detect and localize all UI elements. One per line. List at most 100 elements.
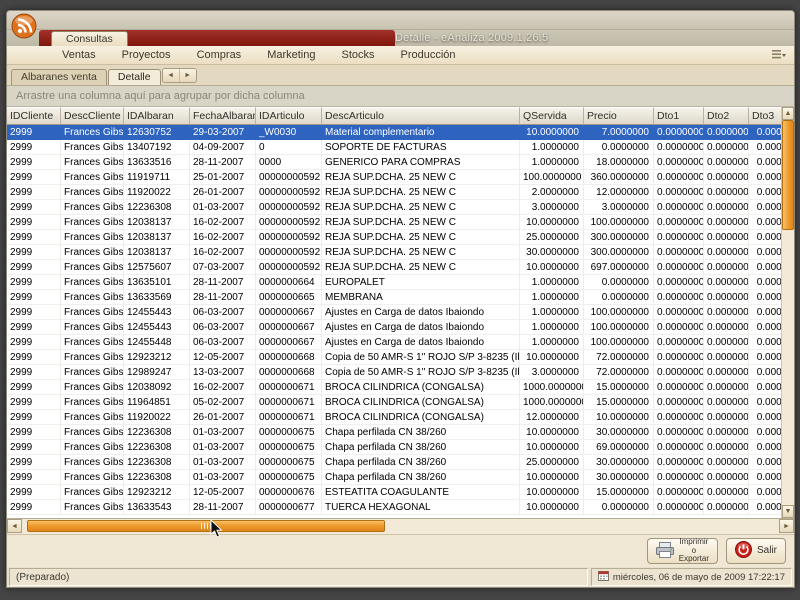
cell[interactable]: 2999 xyxy=(7,470,61,485)
ribbon-tab-proyectos[interactable]: Proyectos xyxy=(109,48,184,63)
cell[interactable]: Material complementario xyxy=(322,125,520,140)
cell[interactable]: 30.0000000 xyxy=(520,245,584,260)
table-row[interactable]: 2999Frances Gibson1191971125-01-20070000… xyxy=(7,170,794,185)
cell[interactable]: 2999 xyxy=(7,155,61,170)
cell[interactable]: Frances Gibson xyxy=(61,365,124,380)
cell[interactable]: 12236308 xyxy=(124,200,190,215)
cell[interactable]: 12.0000000 xyxy=(520,410,584,425)
cell[interactable]: 10.0000000 xyxy=(520,500,584,515)
cell[interactable]: 12038137 xyxy=(124,230,190,245)
cell[interactable]: 1.0000000 xyxy=(520,275,584,290)
cell[interactable]: 12236308 xyxy=(124,425,190,440)
vertical-scrollbar-thumb[interactable] xyxy=(782,120,794,230)
table-row[interactable]: 2999Frances Gibson1223630801-03-20070000… xyxy=(7,455,794,470)
table-row[interactable]: 2999Frances Gibson1292321212-05-20070000… xyxy=(7,485,794,500)
table-row[interactable]: 2999Frances Gibson1298924713-03-20070000… xyxy=(7,365,794,380)
ribbon-tab-ventas[interactable]: Ventas xyxy=(49,48,109,63)
cell[interactable]: 0000000668 xyxy=(256,350,322,365)
cell[interactable]: 0.0000000 xyxy=(654,395,704,410)
cell[interactable]: 0.0000000 xyxy=(654,320,704,335)
cell[interactable]: 0.0000000 xyxy=(704,470,749,485)
cell[interactable]: 10.0000000 xyxy=(520,350,584,365)
cell[interactable]: 0.0000000 xyxy=(584,140,654,155)
cell[interactable]: Ajustes en Carga de datos Ibaiondo xyxy=(322,335,520,350)
cell[interactable]: 0.0000000 xyxy=(704,485,749,500)
cell[interactable]: 12-05-2007 xyxy=(190,485,256,500)
table-row[interactable]: 2999Frances Gibson1203809216-02-20070000… xyxy=(7,380,794,395)
cell[interactable]: 01-03-2007 xyxy=(190,470,256,485)
cell[interactable]: Frances Gibson xyxy=(61,320,124,335)
cell[interactable]: Chapa perfilada CN 38/260 xyxy=(322,425,520,440)
cell[interactable]: 10.0000000 xyxy=(520,260,584,275)
cell[interactable]: 0.0000000 xyxy=(704,260,749,275)
cell[interactable]: 0000000671 xyxy=(256,395,322,410)
cell[interactable]: 0.0000000 xyxy=(704,170,749,185)
cell[interactable]: 01-03-2007 xyxy=(190,425,256,440)
cell[interactable]: 1000.0000000 xyxy=(520,380,584,395)
cell[interactable]: 100.0000000 xyxy=(584,215,654,230)
cell[interactable]: 0.0000000 xyxy=(654,290,704,305)
cell[interactable]: 12630752 xyxy=(124,125,190,140)
cell[interactable]: 10.0000000 xyxy=(520,215,584,230)
cell[interactable]: Frances Gibson xyxy=(61,155,124,170)
cell[interactable]: 26-01-2007 xyxy=(190,410,256,425)
cell[interactable]: Frances Gibson xyxy=(61,380,124,395)
cell[interactable]: 0.0000000 xyxy=(704,365,749,380)
cell[interactable]: 12236308 xyxy=(124,440,190,455)
cell[interactable]: 2999 xyxy=(7,215,61,230)
cell[interactable]: 0000000671 xyxy=(256,410,322,425)
cell[interactable]: 12455448 xyxy=(124,335,190,350)
cell[interactable]: 13633569 xyxy=(124,290,190,305)
vertical-scrollbar[interactable]: ▲ ▼ xyxy=(781,107,794,518)
cell[interactable]: 0.0000000 xyxy=(704,500,749,515)
cell[interactable]: 3.0000000 xyxy=(520,200,584,215)
cell[interactable]: Frances Gibson xyxy=(61,215,124,230)
cell[interactable]: 2999 xyxy=(7,260,61,275)
cell[interactable]: Chapa perfilada CN 38/260 xyxy=(322,470,520,485)
cell[interactable]: REJA SUP.DCHA. 25 NEW C xyxy=(322,215,520,230)
table-row[interactable]: 2999Frances Gibson1363510128-11-20070000… xyxy=(7,275,794,290)
cell[interactable]: 26-01-2007 xyxy=(190,185,256,200)
cell[interactable]: REJA SUP.DCHA. 25 NEW C xyxy=(322,245,520,260)
cell[interactable]: 0000000671 xyxy=(256,380,322,395)
ribbon-tab-compras[interactable]: Compras xyxy=(184,48,255,63)
cell[interactable]: 1.0000000 xyxy=(520,140,584,155)
cell[interactable]: 12236308 xyxy=(124,455,190,470)
ribbon-tab-marketing[interactable]: Marketing xyxy=(254,48,328,63)
table-row[interactable]: 2999Frances Gibson1245544306-03-20070000… xyxy=(7,305,794,320)
cell[interactable]: 0 xyxy=(256,140,322,155)
cell[interactable]: BROCA CILINDRICA (CONGALSA) xyxy=(322,380,520,395)
cell[interactable]: 25.0000000 xyxy=(520,455,584,470)
cell[interactable]: 00000000592 xyxy=(256,260,322,275)
cell[interactable]: 0.0000000 xyxy=(654,500,704,515)
ribbon-tab-producción[interactable]: Producción xyxy=(388,48,469,63)
cell[interactable]: 3.0000000 xyxy=(520,365,584,380)
cell[interactable]: 2999 xyxy=(7,305,61,320)
cell[interactable]: 10.0000000 xyxy=(520,125,584,140)
cell[interactable]: 0000000675 xyxy=(256,455,322,470)
column-header-idarticulo[interactable]: IDArticulo xyxy=(256,107,322,125)
cell[interactable]: 0.0000000 xyxy=(654,365,704,380)
cell[interactable]: 30.0000000 xyxy=(584,425,654,440)
scroll-down-icon[interactable]: ▼ xyxy=(782,505,794,518)
table-row[interactable]: 2999Frances Gibson1263075229-03-2007_W00… xyxy=(7,125,794,140)
cell[interactable]: GENERICO PARA COMPRAS xyxy=(322,155,520,170)
cell[interactable]: 2999 xyxy=(7,200,61,215)
cell[interactable]: 06-03-2007 xyxy=(190,305,256,320)
cell[interactable]: 1000.0000000 xyxy=(520,395,584,410)
cell[interactable]: Frances Gibson xyxy=(61,395,124,410)
app-logo-icon[interactable] xyxy=(11,13,37,39)
cell[interactable]: Frances Gibson xyxy=(61,230,124,245)
cell[interactable]: 1.0000000 xyxy=(520,290,584,305)
cell[interactable]: 0.0000000 xyxy=(704,395,749,410)
cell[interactable]: Chapa perfilada CN 38/260 xyxy=(322,455,520,470)
cell[interactable]: 1.0000000 xyxy=(520,335,584,350)
scroll-up-icon[interactable]: ▲ xyxy=(782,107,794,120)
cell[interactable]: Frances Gibson xyxy=(61,260,124,275)
cell[interactable]: 0.0000000 xyxy=(704,455,749,470)
cell[interactable]: 0.0000000 xyxy=(654,155,704,170)
cell[interactable]: 28-11-2007 xyxy=(190,500,256,515)
column-header-idalbaran[interactable]: IDAlbaran xyxy=(124,107,190,125)
table-row[interactable]: 2999Frances Gibson1340719204-09-20070SOP… xyxy=(7,140,794,155)
cell[interactable]: 0.0000000 xyxy=(704,440,749,455)
